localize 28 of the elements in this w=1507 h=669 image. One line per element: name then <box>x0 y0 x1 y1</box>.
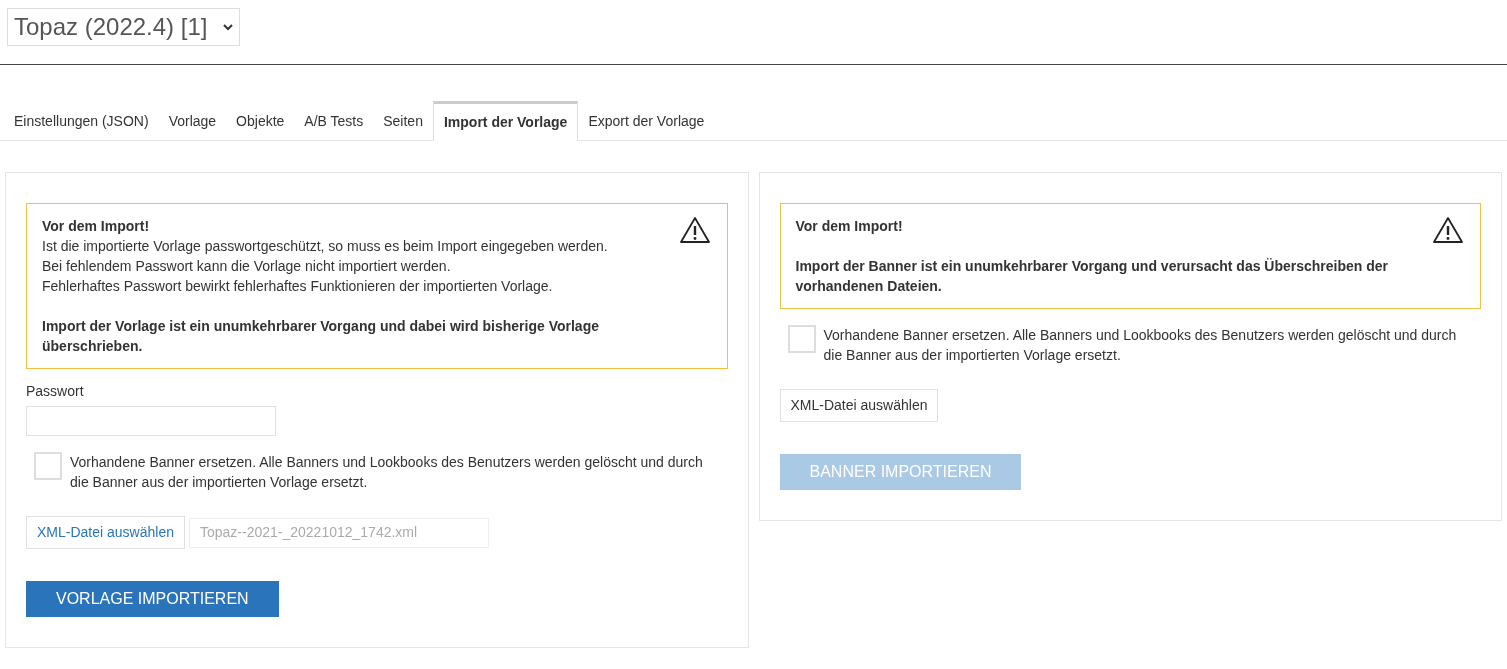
tab[interactable]: Objekte <box>226 101 295 141</box>
import-button[interactable]: VORLAGE IMPORTIEREN <box>26 581 279 617</box>
tab[interactable]: Export der Vorlage <box>578 101 715 141</box>
template-select[interactable]: Topaz (2022.4) [1] <box>7 8 241 46</box>
warning-text: Vor dem Import! <box>795 217 904 236</box>
warning-text: Bei fehlendem Passwort kann die Vorlage nicht importiert werden. <box>42 257 452 276</box>
checkbox-label: Vorhandene Banner ersetzen. Alle Banners und Lookbooks des Benutzers werden gelöscht und durch die Banner aus der importierten Vorlage ersetzt. <box>823 326 1458 365</box>
warning-text: Ist die importierte Vorlage passwortgeschützt, so muss es beim Import eingegeben werden. <box>42 237 609 256</box>
password-label: Passwort <box>26 382 85 401</box>
checkbox-label: Vorhandene Banner ersetzen. Alle Banners und Lookbooks des Benutzers werden gelöscht und durch die Banner aus der importierten Vorlage ersetzt. <box>70 453 704 492</box>
warning-text: Fehlerhaftes Passwort bewirkt fehlerhaftes Funktionieren der importierten Vorlage. <box>42 277 554 296</box>
file-name-field: Topaz--2021-_20221012_1742.xml <box>188 517 489 548</box>
tab[interactable]: Einstellungen (JSON) <box>4 101 159 141</box>
warning-text: Import der Banner ist ein unumkehrbarer Vorgang und verursacht das Überschreiben der vorhandenen Dateien. <box>795 257 1390 296</box>
warning-icon <box>1432 216 1464 244</box>
tab[interactable]: Vorlage <box>158 101 227 141</box>
checkbox[interactable] <box>34 452 62 480</box>
warning-icon <box>678 216 711 244</box>
file-select-button[interactable]: XML-Datei auswählen <box>779 389 939 422</box>
file-select-button[interactable]: XML-Datei auswählen <box>26 516 185 549</box>
warning-text: Vor dem Import! <box>42 217 151 236</box>
tab[interactable]: A/B Tests <box>294 101 374 141</box>
tab[interactable]: Seiten <box>373 101 433 141</box>
password-field[interactable] <box>26 406 276 436</box>
chevron-down-icon <box>223 23 234 31</box>
checkbox[interactable] <box>787 325 816 353</box>
tab[interactable]: Import der Vorlage <box>432 101 579 141</box>
warning-text: Import der Vorlage ist ein unumkehrbarer Vorgang und dabei wird bisherige Vorlage überschrieben. <box>42 317 600 356</box>
